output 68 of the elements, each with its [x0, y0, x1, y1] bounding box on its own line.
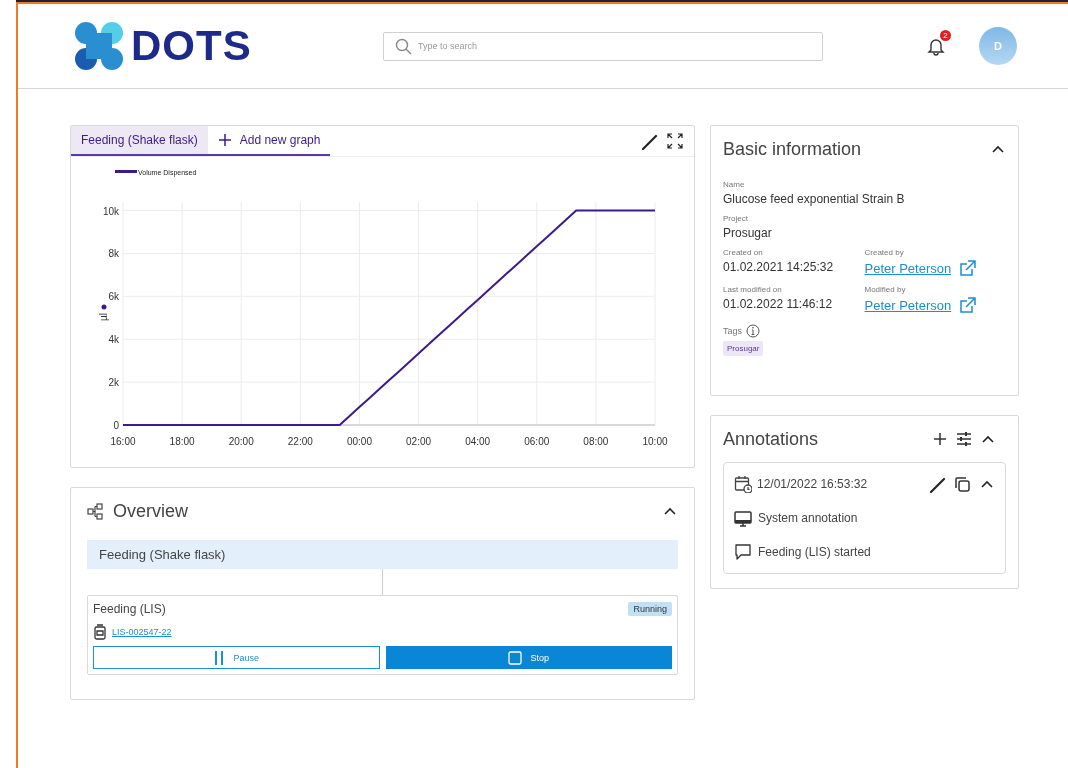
flow-node[interactable]: Feeding (Shake flask): [87, 540, 678, 569]
field-value: 01.02.2021 14:25:32: [723, 260, 835, 274]
graph-tab[interactable]: Feeding (Shake flask): [71, 126, 208, 156]
field-value: Glucose feed exponential Strain B: [723, 192, 906, 206]
stop-icon: [508, 650, 523, 665]
field-label: Created by: [864, 248, 905, 257]
plus-icon[interactable]: [932, 431, 948, 447]
axis-tick-label: 18:00: [169, 436, 195, 447]
search-icon: [395, 37, 412, 55]
field-label: Tags: [723, 326, 742, 336]
field-label: Project: [723, 214, 749, 223]
copy-icon[interactable]: [954, 475, 971, 493]
axis-tick-label: 6k: [108, 291, 119, 303]
dots-logo-icon: [73, 20, 125, 72]
axis-tick-label: 8k: [108, 248, 119, 260]
link[interactable]: LIS-002547-22: [112, 627, 172, 637]
pause-icon: [213, 649, 226, 666]
field-value: 01.02.2022 11:46:12: [723, 297, 834, 311]
axis-title: µl: [98, 313, 109, 321]
hierarchy-icon: [87, 502, 103, 520]
axis-tick-label: 20:00: [228, 436, 254, 447]
pencil-icon[interactable]: [928, 475, 946, 493]
plus-icon: [217, 133, 232, 147]
annotation-text: System annotation: [758, 511, 858, 525]
axis-tick-label: 2k: [108, 377, 119, 389]
card-title: Basic information: [723, 138, 862, 160]
bell-icon[interactable]: [927, 36, 945, 56]
axis-tick-label: 10k: [102, 205, 119, 217]
annotation-time: 12/01/2022 16:53:32: [757, 477, 868, 491]
axis-tick-label: 22:00: [287, 436, 313, 447]
comment-icon: [734, 543, 752, 561]
field-label: Modified by: [864, 285, 907, 294]
user-link[interactable]: Peter Peterson: [864, 261, 952, 276]
step-title: Feeding (LIS): [93, 602, 166, 616]
marker-dot: [101, 304, 107, 310]
card-title: Overview: [113, 500, 188, 522]
status-badge: Running: [628, 602, 672, 616]
field-label: Name: [723, 180, 746, 189]
annotation-text: Feeding (LIS) started: [758, 545, 871, 559]
notification-badge: 2: [940, 29, 951, 41]
axis-tick-label: 06:00: [524, 436, 550, 447]
sliders-icon[interactable]: [956, 431, 972, 447]
field-value: Prosugar: [723, 226, 773, 240]
expand-icon[interactable]: [666, 132, 684, 150]
user-link[interactable]: Peter Peterson: [864, 298, 952, 313]
axis-tick-label: 16:00: [110, 436, 136, 447]
calendar-icon: [734, 475, 752, 493]
monitor-icon: [734, 509, 752, 527]
search-field[interactable]: Type to search: [383, 31, 823, 61]
axis-tick-label: 00:00: [346, 436, 372, 447]
external-link-icon[interactable]: [959, 260, 977, 277]
pause-button[interactable]: Pause: [93, 646, 380, 669]
axis-tick-label: 4k: [108, 334, 119, 346]
stop-button[interactable]: Stop: [385, 646, 672, 669]
axis-tick-label: 02:00: [406, 436, 432, 447]
logo-text: DOTS: [131, 22, 252, 70]
tag: Prosugar: [723, 341, 764, 356]
jar-icon: [93, 624, 107, 640]
axis-tick-label: 08:00: [583, 436, 609, 447]
pencil-icon[interactable]: [640, 132, 658, 150]
field-label: Last modified on: [723, 285, 783, 294]
card-title: Annotations: [723, 428, 819, 450]
axis-tick-label: 10:00: [642, 436, 668, 447]
field-label: Created on: [723, 248, 764, 257]
info-icon: [746, 324, 760, 338]
axis-tick-label: 0: [113, 420, 119, 431]
axis-tick-label: 04:00: [465, 436, 491, 447]
external-link-icon[interactable]: [959, 297, 977, 314]
